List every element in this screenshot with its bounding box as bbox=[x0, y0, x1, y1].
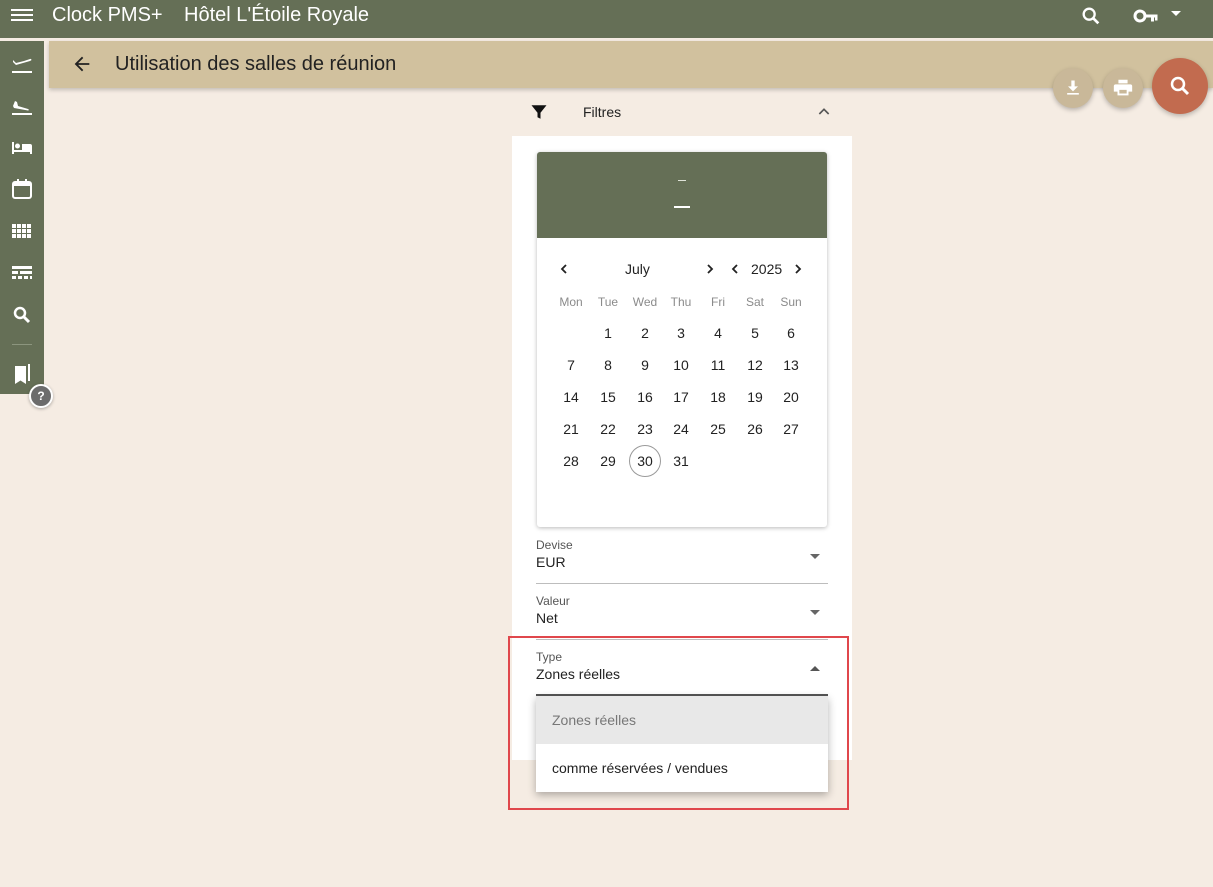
calendar-day[interactable]: 7 bbox=[555, 349, 587, 381]
filters-header[interactable]: Filtres bbox=[512, 90, 852, 134]
rail-search-icon[interactable] bbox=[10, 303, 34, 327]
calendar-day[interactable]: 11 bbox=[702, 349, 734, 381]
weekday-label: Thu bbox=[670, 295, 692, 309]
search-fab-button[interactable] bbox=[1152, 58, 1208, 114]
selected-day-placeholder bbox=[678, 180, 686, 181]
calendar-day[interactable]: 22 bbox=[592, 413, 624, 445]
weekday-label: Tue bbox=[597, 295, 619, 309]
value-value: Net bbox=[536, 610, 558, 626]
filter-icon bbox=[530, 103, 548, 126]
calendar-day-today[interactable]: 30 bbox=[629, 445, 661, 477]
date-picker-header bbox=[537, 152, 827, 238]
currency-label: Devise bbox=[536, 538, 573, 552]
calendar-day[interactable]: 2 bbox=[629, 317, 661, 349]
calendar-day[interactable]: 19 bbox=[739, 381, 771, 413]
calendar-day[interactable]: 23 bbox=[629, 413, 661, 445]
app-name: Clock PMS+ bbox=[52, 4, 163, 26]
calendar-day[interactable]: 20 bbox=[775, 381, 807, 413]
calendar-day[interactable]: 14 bbox=[555, 381, 587, 413]
calendar-day[interactable]: 4 bbox=[702, 317, 734, 349]
rail-divider bbox=[12, 344, 32, 345]
bed-icon[interactable] bbox=[10, 135, 34, 159]
year-label: 2025 bbox=[751, 261, 783, 277]
calendar-day[interactable]: 25 bbox=[702, 413, 734, 445]
currency-select[interactable]: Devise EUR bbox=[536, 534, 828, 584]
calendar-day[interactable]: 10 bbox=[665, 349, 697, 381]
calendar-day[interactable]: 16 bbox=[629, 381, 661, 413]
table-icon[interactable] bbox=[10, 261, 34, 285]
departure-icon[interactable] bbox=[10, 51, 34, 75]
date-picker: July 2025 Mon Tue Wed Thu Fri Sat Sun 12345678… bbox=[537, 152, 827, 527]
left-rail bbox=[0, 41, 44, 394]
chevron-up-icon[interactable] bbox=[816, 104, 832, 125]
arrival-icon[interactable] bbox=[10, 93, 34, 117]
calendar-day[interactable]: 17 bbox=[665, 381, 697, 413]
filters-label: Filtres bbox=[583, 104, 622, 120]
calendar-day[interactable]: 21 bbox=[555, 413, 587, 445]
calendar-day[interactable]: 5 bbox=[739, 317, 771, 349]
value-label: Valeur bbox=[536, 594, 570, 608]
print-icon bbox=[1113, 79, 1133, 96]
calendar-day[interactable]: 8 bbox=[592, 349, 624, 381]
next-year-icon[interactable] bbox=[793, 263, 803, 275]
highlight-box bbox=[508, 636, 849, 810]
page-header: Utilisation des salles de réunion bbox=[49, 41, 1213, 88]
calendar-day[interactable]: 27 bbox=[775, 413, 807, 445]
weekday-label: Sun bbox=[780, 295, 802, 309]
value-select[interactable]: Valeur Net bbox=[536, 590, 828, 640]
download-button[interactable] bbox=[1053, 68, 1093, 108]
search-icon[interactable] bbox=[1080, 5, 1102, 32]
fab-search-icon bbox=[1170, 76, 1190, 96]
month-label: July bbox=[625, 261, 650, 277]
weekday-label: Wed bbox=[632, 295, 658, 309]
selected-date-placeholder bbox=[674, 206, 690, 208]
print-button[interactable] bbox=[1103, 68, 1143, 108]
hotel-name[interactable]: Hôtel L'Étoile Royale bbox=[184, 4, 369, 27]
currency-value: EUR bbox=[536, 554, 566, 570]
download-icon bbox=[1067, 80, 1079, 95]
calendar-day[interactable]: 13 bbox=[775, 349, 807, 381]
calendar-icon[interactable] bbox=[10, 177, 34, 201]
calendar-day[interactable]: 28 bbox=[555, 445, 587, 477]
next-month-icon[interactable] bbox=[705, 263, 715, 275]
calendar-day[interactable]: 1 bbox=[592, 317, 624, 349]
menu-icon[interactable] bbox=[11, 6, 33, 28]
account-dropdown-icon[interactable] bbox=[1171, 11, 1181, 16]
calendar-day[interactable]: 6 bbox=[775, 317, 807, 349]
calendar-day[interactable]: 18 bbox=[702, 381, 734, 413]
calendar-day[interactable]: 15 bbox=[592, 381, 624, 413]
prev-year-icon[interactable] bbox=[730, 263, 740, 275]
weekday-label: Sat bbox=[745, 295, 764, 309]
weekday-label: Mon bbox=[559, 295, 583, 309]
grid-icon[interactable] bbox=[10, 219, 34, 243]
calendar-day[interactable]: 24 bbox=[665, 413, 697, 445]
dropdown-arrow-icon bbox=[810, 610, 820, 615]
app-bar: Clock PMS+ Hôtel L'Étoile Royale bbox=[0, 0, 1213, 38]
calendar-day[interactable]: 31 bbox=[665, 445, 697, 477]
calendar-day[interactable]: 3 bbox=[665, 317, 697, 349]
calendar-day[interactable]: 9 bbox=[629, 349, 661, 381]
prev-month-icon[interactable] bbox=[559, 263, 569, 275]
calendar-day[interactable]: 26 bbox=[739, 413, 771, 445]
calendar-day[interactable]: 12 bbox=[739, 349, 771, 381]
bookmark-icon[interactable] bbox=[10, 362, 34, 386]
page-title: Utilisation des salles de réunion bbox=[115, 53, 397, 75]
back-arrow-icon[interactable] bbox=[71, 53, 93, 80]
weekday-label: Fri bbox=[711, 295, 725, 309]
help-icon[interactable]: ? bbox=[29, 384, 53, 408]
calendar-day[interactable]: 29 bbox=[592, 445, 624, 477]
key-icon[interactable] bbox=[1133, 5, 1159, 32]
dropdown-arrow-icon bbox=[810, 554, 820, 559]
